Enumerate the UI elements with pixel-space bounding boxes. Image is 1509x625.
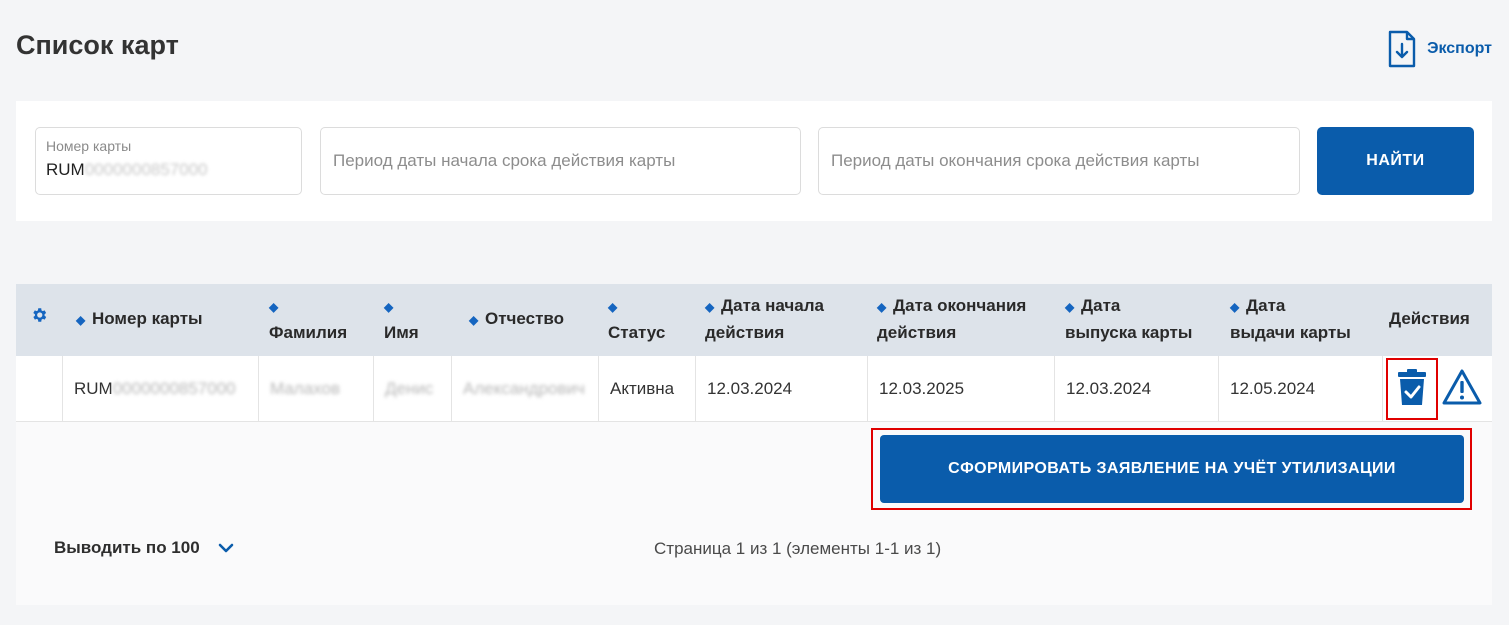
row-handout-date: 12.05.2024: [1218, 356, 1382, 422]
card-number-value: RUM0000000857000: [46, 160, 208, 179]
column-issue-date[interactable]: ◆ Дата выпуска карты: [1054, 284, 1218, 356]
sort-icon: ◆: [608, 300, 618, 314]
column-card-number[interactable]: ◆ Номер карты: [62, 284, 258, 356]
table-row: RUM0000000857000 Малахов Денис Александр…: [16, 356, 1492, 422]
period-start-field[interactable]: Период даты начала срока действия карты: [320, 127, 801, 195]
warning-icon: [1441, 369, 1483, 410]
export-button[interactable]: Экспорт: [1387, 29, 1492, 69]
column-patronymic[interactable]: ◆ Отчество: [451, 284, 598, 356]
row-issue-date: 12.03.2024: [1054, 356, 1218, 422]
per-page-select[interactable]: Выводить по 100: [54, 538, 234, 558]
row-end-date: 12.03.2025: [867, 356, 1054, 422]
chevron-down-icon: [218, 538, 234, 558]
card-number-label: Номер карты: [46, 138, 132, 154]
row-empty-cell: [16, 356, 62, 422]
column-first-name[interactable]: ◆ Имя: [373, 284, 451, 356]
form-application-highlight: СФОРМИРОВАТЬ ЗАЯВЛЕНИЕ НА УЧЁТ УТИЛИЗАЦИ…: [871, 428, 1472, 510]
row-start-date: 12.03.2024: [695, 356, 867, 422]
sort-icon: ◆: [877, 300, 887, 314]
warning-button[interactable]: [1441, 368, 1483, 411]
sort-icon: ◆: [269, 300, 279, 314]
cards-table: ◆ Номер карты ◆ Фамилия ◆ Имя ◆ Отчество ◆ Ст…: [16, 284, 1492, 605]
page-title: Список карт: [16, 30, 179, 60]
column-actions: Действия: [1389, 309, 1470, 328]
sort-icon: ◆: [469, 313, 479, 327]
row-actions: [1382, 356, 1492, 422]
period-start-placeholder: Период даты начала срока действия карты: [333, 151, 676, 170]
find-button[interactable]: НАЙТИ: [1317, 127, 1474, 195]
column-start-date[interactable]: ◆ Дата начала действия: [695, 284, 867, 356]
export-icon: [1387, 29, 1417, 69]
row-card-number: RUM0000000857000: [62, 356, 258, 422]
export-label: Экспорт: [1427, 40, 1492, 57]
card-number-field[interactable]: Номер карты RUM0000000857000: [35, 127, 302, 195]
column-last-name[interactable]: ◆ Фамилия: [258, 284, 373, 356]
row-patronymic: Александрович: [451, 356, 598, 422]
row-status: Активна: [598, 356, 695, 422]
row-first-name: Денис: [373, 356, 451, 422]
column-end-date[interactable]: ◆ Дата окончания действия: [867, 284, 1054, 356]
dispose-card-button[interactable]: [1386, 358, 1438, 420]
trash-check-icon: [1397, 367, 1427, 412]
column-status[interactable]: ◆ Статус: [598, 284, 695, 356]
column-settings-button[interactable]: [16, 284, 62, 356]
period-end-placeholder: Период даты окончания срока действия кар…: [831, 151, 1200, 170]
sort-icon: ◆: [1065, 300, 1075, 314]
sort-icon: ◆: [76, 313, 86, 327]
table-header: ◆ Номер карты ◆ Фамилия ◆ Имя ◆ Отчество ◆ Ст…: [16, 284, 1492, 356]
period-end-field[interactable]: Период даты окончания срока действия кар…: [818, 127, 1300, 195]
filter-panel: Номер карты RUM0000000857000 Период даты…: [16, 101, 1492, 221]
pagination-info: Страница 1 из 1 (элементы 1-1 из 1): [654, 539, 942, 558]
settings-icon: [30, 308, 48, 328]
row-last-name: Малахов: [258, 356, 373, 422]
column-handout-date[interactable]: ◆ Дата выдачи карты: [1218, 284, 1382, 356]
sort-icon: ◆: [1230, 300, 1240, 314]
sort-icon: ◆: [384, 300, 394, 314]
per-page-label: Выводить по 100: [54, 538, 200, 557]
sort-icon: ◆: [705, 300, 715, 314]
form-disposal-application-button[interactable]: СФОРМИРОВАТЬ ЗАЯВЛЕНИЕ НА УЧЁТ УТИЛИЗАЦИ…: [880, 435, 1464, 503]
